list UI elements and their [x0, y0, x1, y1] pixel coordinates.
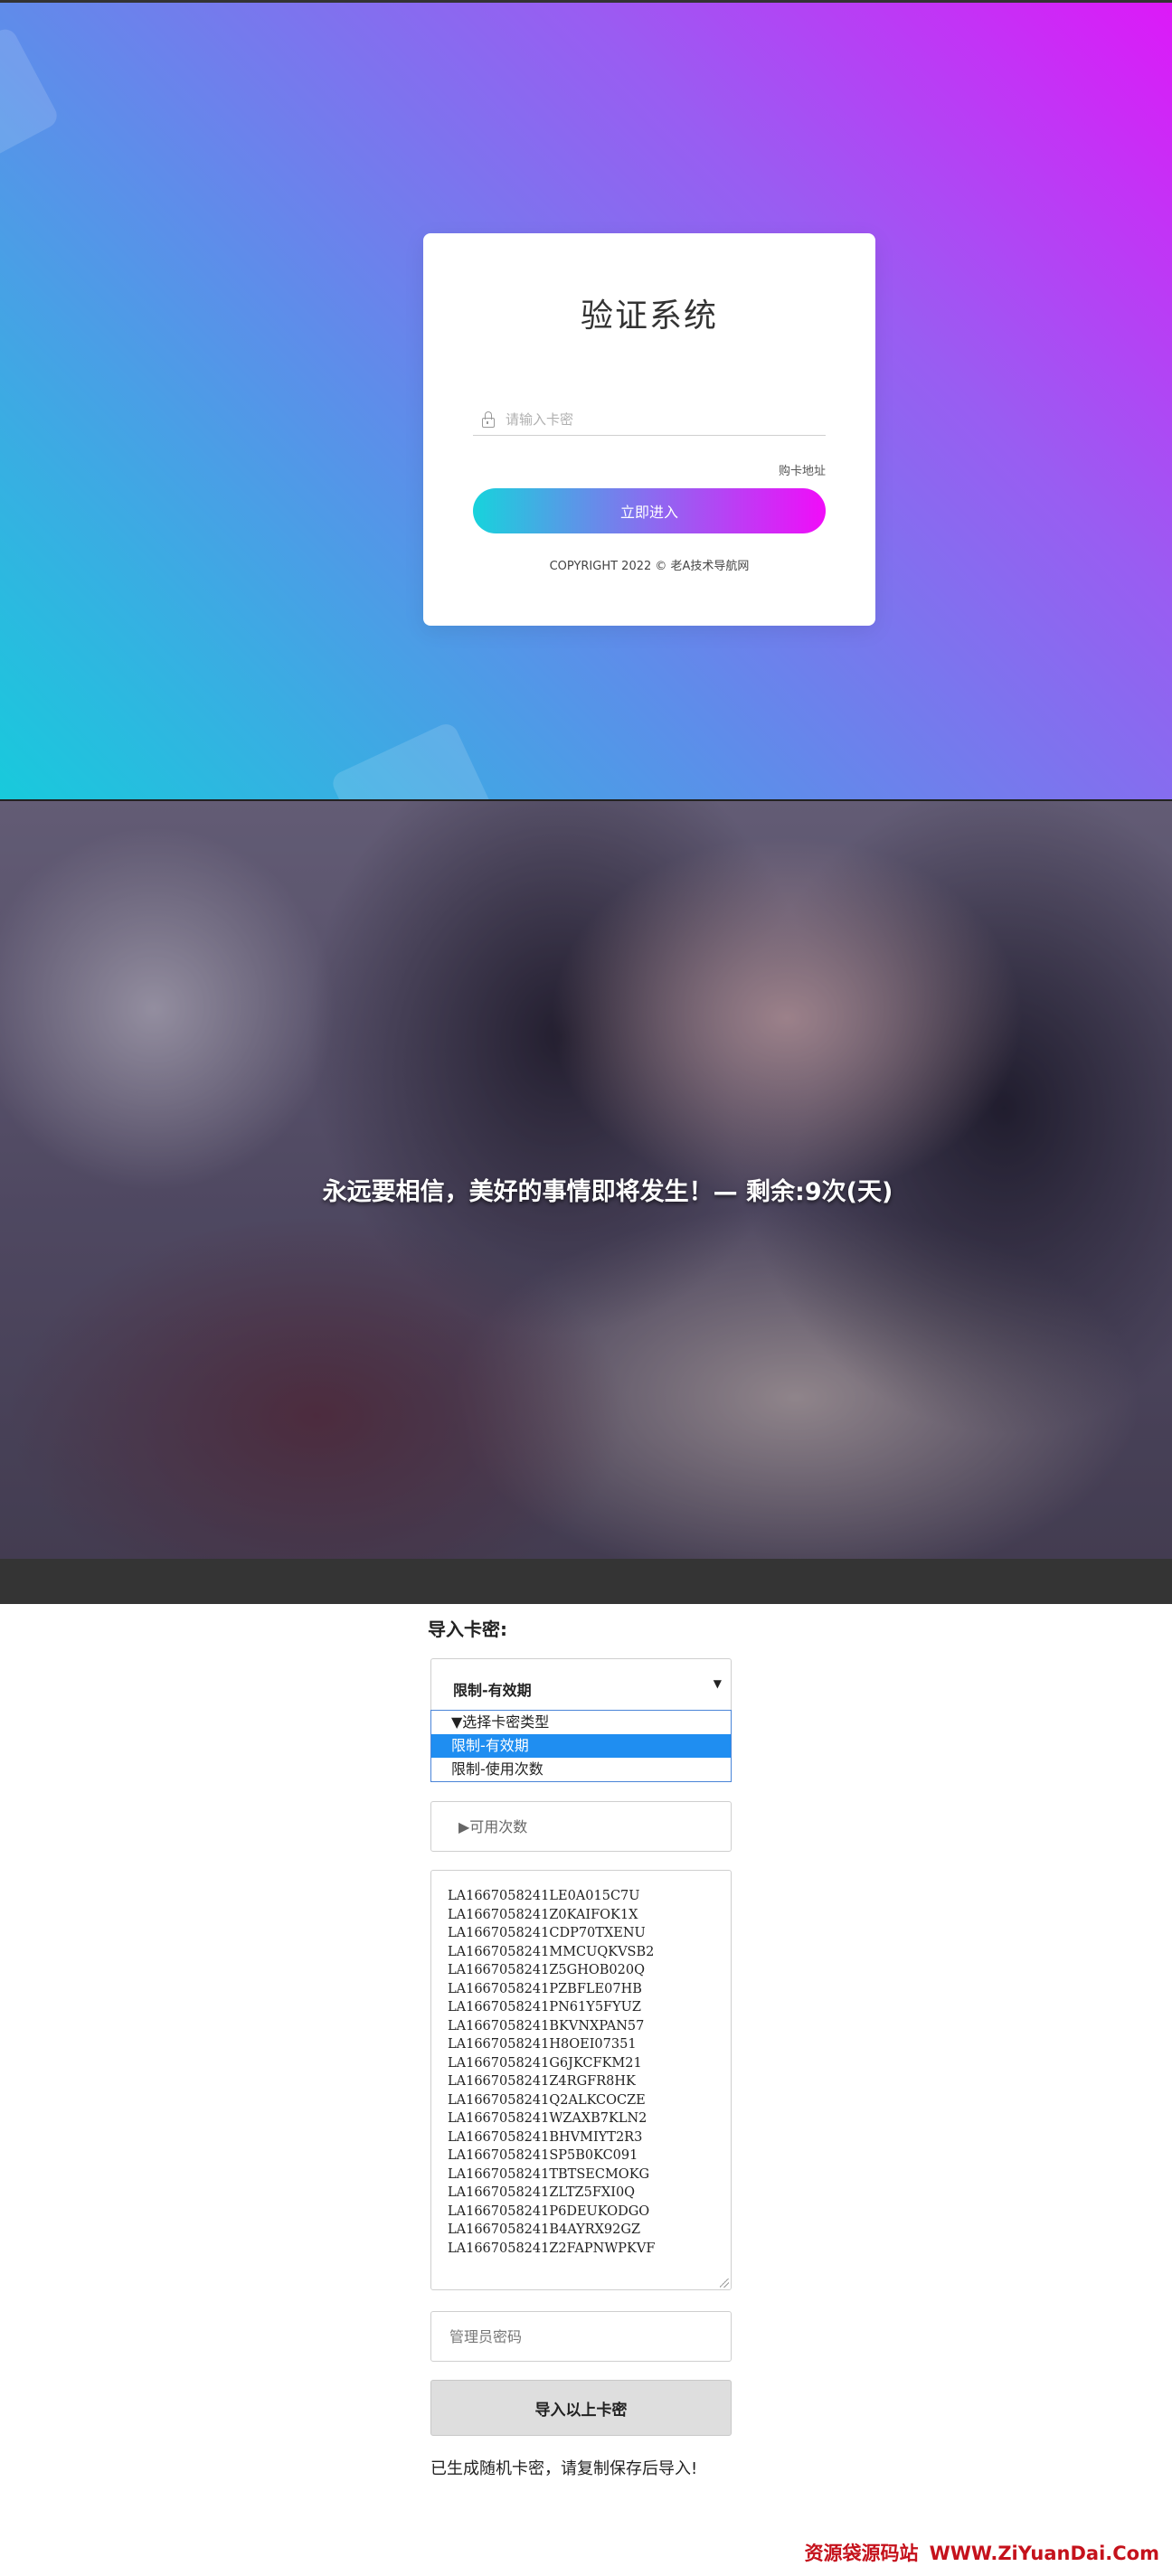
copyright-text: COPYRIGHT 2022 © 老A技术导航网 — [549, 560, 750, 573]
dropdown-option[interactable]: 限制-使用次数 — [431, 1758, 731, 1781]
card-code: LA1667058241H8OEI07351 — [448, 2037, 637, 2052]
card-code: LA1667058241BKVNXPAN57 — [448, 2018, 645, 2033]
card-code: LA1667058241MMCUQKVSB2 — [448, 1944, 655, 1959]
card-code: LA1667058241Z2FAPNWPKVF — [448, 2241, 656, 2256]
card-code: LA1667058241G6JKCFKM21 — [448, 2055, 642, 2071]
dropdown-option[interactable]: ▼选择卡密类型 — [431, 1711, 731, 1734]
photo-banner: 永远要相信，美好的事情即将发生！— 剩余:9次(天) — [0, 799, 1172, 1559]
card-code: LA1667058241Z4RGFR8HK — [448, 2074, 636, 2089]
decorative-shape — [328, 720, 495, 799]
card-code: LA1667058241Z0KAIFOK1X — [448, 1907, 638, 1922]
card-codes-textarea[interactable]: LA1667058241LE0A015C7U LA1667058241Z0KAI… — [430, 1870, 732, 2290]
card-code: LA1667058241WZAXB7KLN2 — [448, 2111, 647, 2126]
card-code: LA1667058241B4AYRX92GZ — [448, 2222, 641, 2237]
divider-bar — [0, 1559, 1172, 1604]
resize-handle-icon[interactable] — [720, 2279, 729, 2288]
card-code: LA1667058241ZLTZ5FXI0Q — [448, 2185, 636, 2200]
import-section: 导入卡密: 限制-有效期 ▼ ▼选择卡密类型 限制-有效期 限制-使用次数 LA… — [0, 1604, 1172, 2576]
watermark: 资源袋源码站 WWW.ZiYuanDai.Com — [805, 2539, 1159, 2566]
card-type-select[interactable]: 限制-有效期 ▼ — [430, 1658, 732, 1713]
dropdown-option-selected[interactable]: 限制-有效期 — [431, 1734, 731, 1758]
card-code: LA1667058241PZBFLE07HB — [448, 1981, 642, 1996]
usage-count-input[interactable] — [430, 1801, 732, 1852]
lock-icon — [482, 410, 495, 428]
import-codes-button[interactable]: 导入以上卡密 — [430, 2380, 732, 2436]
card-key-field — [473, 403, 826, 436]
card-code: LA1667058241TBTSECMOKG — [448, 2166, 650, 2182]
page: 验证系统 购卡地址 立即进入 COPYRIGHT 2022 © 老A技术导航网 … — [0, 0, 1172, 2576]
import-label: 导入卡密: — [428, 1618, 507, 1640]
login-title: 验证系统 — [580, 297, 718, 335]
buy-card-link[interactable]: 购卡地址 — [779, 461, 826, 478]
card-type-dropdown: ▼选择卡密类型 限制-有效期 限制-使用次数 — [430, 1710, 732, 1782]
card-code: LA1667058241Z5GHOB020Q — [448, 1963, 645, 1977]
status-message: 已生成随机卡密，请复制保存后导入! — [430, 2459, 698, 2478]
select-value: 限制-有效期 — [453, 1682, 532, 1699]
card-code: LA1667058241LE0A015C7U — [448, 1889, 640, 1903]
card-key-input[interactable] — [506, 410, 813, 428]
card-code: LA1667058241BHVMIYT2R3 — [448, 2129, 643, 2145]
login-section: 验证系统 购卡地址 立即进入 COPYRIGHT 2022 © 老A技术导航网 — [0, 0, 1172, 799]
banner-quote-text: 永远要相信，美好的事情即将发生！— 剩余:9次(天) — [322, 1178, 893, 1206]
watermark-site: 资源袋源码站 — [804, 2543, 919, 2564]
watermark-url: WWW.ZiYuanDai.Com — [929, 2543, 1159, 2564]
card-code: LA1667058241PN61Y5FYUZ — [448, 2000, 641, 2015]
card-code: LA1667058241P6DEUKODGO — [448, 2203, 650, 2219]
dropdown-arrow-icon: ▼ — [713, 1677, 722, 1690]
decorative-shape — [0, 24, 61, 162]
enter-button[interactable]: 立即进入 — [473, 488, 826, 533]
admin-password-input[interactable] — [430, 2311, 732, 2362]
login-card: 验证系统 购卡地址 立即进入 COPYRIGHT 2022 © 老A技术导航网 — [423, 233, 875, 626]
card-code: LA1667058241CDP70TXENU — [448, 1926, 646, 1940]
banner-quote: 永远要相信，美好的事情即将发生！— 剩余:9次(天) — [0, 1172, 1172, 1207]
card-code: LA1667058241Q2ALKCOCZE — [448, 2092, 646, 2108]
card-code: LA1667058241SP5B0KC091 — [448, 2148, 638, 2163]
